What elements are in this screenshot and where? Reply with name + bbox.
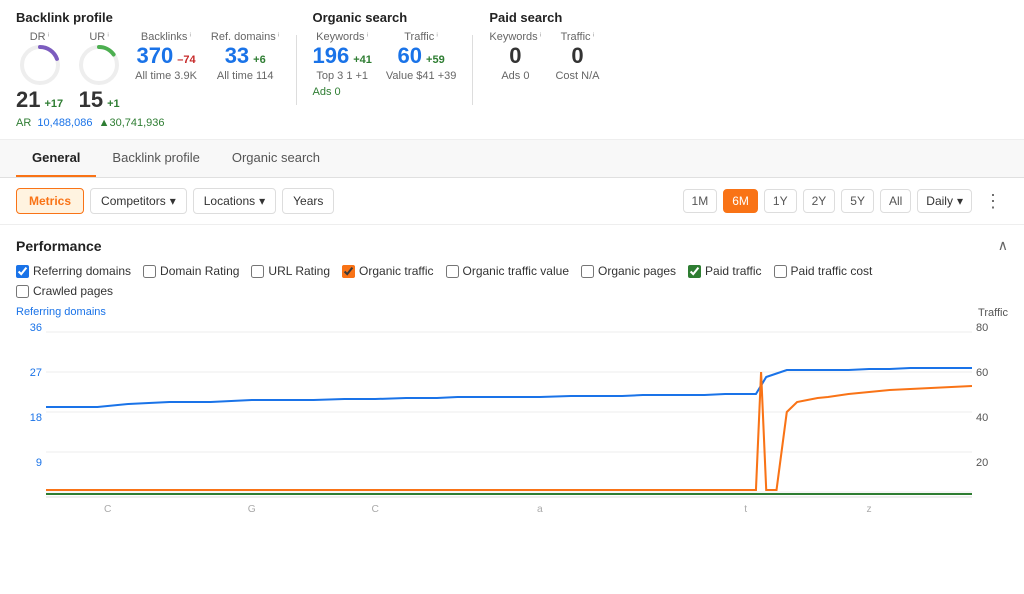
period-dropdown[interactable]: Daily ▾ [917,189,972,213]
checkbox-crawled-pages[interactable]: Crawled pages [16,284,113,298]
ref-domains-metric: Ref. domains ⁱ 33 +6 All time 114 [211,31,280,82]
organic-value-checkbox[interactable] [446,265,459,278]
paid-section: Paid search Keywords ⁱ 0 Ads 0 Traffic ⁱ [489,10,609,82]
competitors-dropdown[interactable]: Competitors ▾ [90,188,187,214]
organic-traffic-info-icon[interactable]: ⁱ [436,32,438,43]
paid-keywords-info-icon[interactable]: ⁱ [540,32,542,43]
organic-traffic-line [46,372,972,490]
backlinks-info-icon[interactable]: ⁱ [189,32,191,43]
locations-chevron-icon: ▾ [259,194,265,208]
tab-backlink-profile[interactable]: Backlink profile [96,140,215,177]
backlink-title: Backlink profile [16,10,280,25]
dr-info-icon[interactable]: ⁱ [48,32,50,43]
organic-traffic-checkbox[interactable] [342,265,355,278]
svg-text:a: a [537,504,543,515]
paid-traffic-metric: Traffic ⁱ 0 Cost N/A [555,31,599,82]
controls-left: Metrics Competitors ▾ Locations ▾ Years [16,188,334,214]
organic-traffic-metric: Traffic ⁱ 60 +59 Value $41 +39 [386,31,456,82]
locations-dropdown[interactable]: Locations ▾ [193,188,276,214]
controls-right: 1M 6M 1Y 2Y 5Y All Daily ▾ ⋮ [683,189,1008,214]
chart-container: Referring domains Traffic 36 27 18 9 [16,306,1008,528]
metrics-button[interactable]: Metrics [16,188,84,214]
svg-text:C: C [372,504,379,515]
organic-keywords-metric: Keywords ⁱ 196 +41 Top 3 1 +1 [313,31,372,82]
ur-metric: UR ⁱ 15 +1 [77,31,121,113]
paid-traffic-checkbox[interactable] [688,265,701,278]
period-chevron-icon: ▾ [957,194,963,208]
referring-domains-checkbox[interactable] [16,265,29,278]
svg-text:t: t [744,504,747,515]
backlink-section: Backlink profile DR ⁱ 21 [16,10,280,129]
svg-text:C: C [104,504,111,515]
ur-info-icon[interactable]: ⁱ [107,32,109,43]
referring-domains-line [46,368,972,407]
organic-pages-checkbox[interactable] [581,265,594,278]
paid-traffic-info-icon[interactable]: ⁱ [593,32,595,43]
checkboxes-row-2: Crawled pages [16,284,1008,298]
performance-section: Performance ∧ Referring domains Domain R… [0,225,1024,528]
competitors-chevron-icon: ▾ [170,194,176,208]
chart-with-axes: 36 27 18 9 [16,322,1008,520]
chart-svg-container: C G C a t z [46,322,972,520]
performance-chart: C G C a t z [46,322,972,517]
right-axis-label: Traffic [978,307,1008,319]
header: Backlink profile DR ⁱ 21 [0,0,1024,140]
checkbox-url-rating[interactable]: URL Rating [251,264,330,278]
organic-section: Organic search Keywords ⁱ 196 +41 Top 3 … [313,10,457,98]
time-all-button[interactable]: All [880,189,911,213]
checkbox-paid-traffic[interactable]: Paid traffic [688,264,761,278]
svg-text:z: z [867,504,872,515]
organic-ads-row: Ads 0 [313,86,457,98]
ar-row: AR 10,488,086 ▲30,741,936 [16,117,280,129]
domain-rating-checkbox[interactable] [143,265,156,278]
dr-gauge [18,43,62,87]
organic-keywords-info-icon[interactable]: ⁱ [366,32,368,43]
checkbox-organic-pages[interactable]: Organic pages [581,264,676,278]
paid-keywords-metric: Keywords ⁱ 0 Ads 0 [489,31,541,82]
paid-cost-checkbox[interactable] [774,265,787,278]
checkboxes-row-1: Referring domains Domain Rating URL Rati… [16,264,1008,278]
left-axis: 36 27 18 9 [16,322,46,520]
ur-gauge [77,43,121,87]
tab-general[interactable]: General [16,140,96,177]
time-2y-button[interactable]: 2Y [803,189,836,213]
years-button[interactable]: Years [282,188,334,214]
divider-1 [296,35,297,105]
left-axis-label: Referring domains [16,306,106,318]
time-5y-button[interactable]: 5Y [841,189,874,213]
checkbox-organic-traffic[interactable]: Organic traffic [342,264,433,278]
checkbox-domain-rating[interactable]: Domain Rating [143,264,239,278]
url-rating-checkbox[interactable] [251,265,264,278]
tab-organic-search[interactable]: Organic search [216,140,336,177]
ref-domains-info-icon[interactable]: ⁱ [278,32,280,43]
more-options-button[interactable]: ⋮ [978,189,1008,214]
divider-2 [472,35,473,105]
time-6m-button[interactable]: 6M [723,189,758,213]
checkbox-organic-value[interactable]: Organic traffic value [446,264,570,278]
svg-text:G: G [248,504,256,515]
dr-metric: DR ⁱ 21 +17 [16,31,63,113]
right-axis: 80 60 40 20 [972,322,1008,520]
checkbox-paid-cost[interactable]: Paid traffic cost [774,264,873,278]
time-1y-button[interactable]: 1Y [764,189,797,213]
checkbox-referring-domains[interactable]: Referring domains [16,264,131,278]
performance-header: Performance ∧ [16,237,1008,254]
collapse-icon[interactable]: ∧ [998,237,1008,254]
crawled-pages-checkbox[interactable] [16,285,29,298]
controls-bar: Metrics Competitors ▾ Locations ▾ Years … [0,178,1024,225]
tabs-bar: General Backlink profile Organic search [0,140,1024,178]
backlinks-metric: Backlinks ⁱ 370 –74 All time 3.9K [135,31,197,82]
performance-title: Performance [16,238,102,254]
time-1m-button[interactable]: 1M [683,189,718,213]
